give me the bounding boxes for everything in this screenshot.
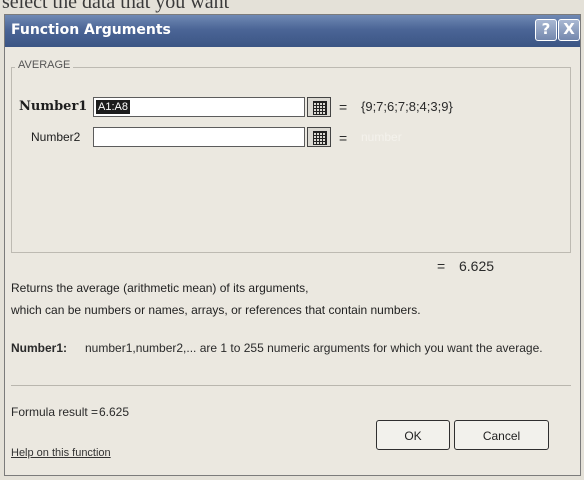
argument-description-text: number1,number2,... are 1 to 255 numeric… bbox=[85, 341, 543, 355]
formula-result-label: Formula result = bbox=[11, 405, 99, 419]
help-icon[interactable]: ? bbox=[535, 19, 557, 41]
number2-input[interactable] bbox=[93, 127, 305, 147]
number1-label: Number1 bbox=[19, 99, 88, 114]
function-result-equals: = bbox=[437, 258, 446, 274]
argument-description-name: Number1: bbox=[11, 341, 68, 355]
background-document-text: select the data that you want bbox=[2, 0, 230, 13]
help-on-function-link[interactable]: Help on this function bbox=[11, 447, 111, 459]
number2-label: Number2 bbox=[31, 130, 81, 144]
cancel-button[interactable]: Cancel bbox=[454, 420, 549, 450]
number1-equals: = bbox=[339, 99, 348, 115]
number1-evaluated-value: {9;7;6;7;8;4;3;9} bbox=[361, 99, 453, 114]
close-icon[interactable]: X bbox=[558, 19, 580, 41]
function-result-value: 6.625 bbox=[459, 258, 495, 274]
function-description-line1: Returns the average (arithmetic mean) of… bbox=[11, 281, 309, 295]
number2-equals: = bbox=[339, 130, 348, 146]
function-group-box bbox=[11, 67, 571, 253]
function-arguments-dialog: Function Arguments ? X AVERAGE Number1 A… bbox=[4, 14, 581, 476]
number1-collapse-icon[interactable] bbox=[307, 97, 331, 117]
number2-evaluated-value: number bbox=[361, 130, 402, 144]
divider bbox=[11, 385, 571, 386]
ok-button[interactable]: OK bbox=[376, 420, 450, 450]
formula-result-value: 6.625 bbox=[99, 405, 130, 419]
number1-selected-text: A1:A8 bbox=[96, 100, 130, 114]
number2-collapse-icon[interactable] bbox=[307, 127, 331, 147]
function-description-line2: which can be numbers or names, arrays, o… bbox=[11, 303, 421, 317]
range-grid-icon bbox=[313, 131, 327, 145]
title-bar[interactable]: Function Arguments ? X bbox=[5, 15, 580, 47]
dialog-title: Function Arguments bbox=[11, 22, 171, 38]
range-grid-icon bbox=[313, 101, 327, 115]
function-name-label: AVERAGE bbox=[15, 59, 74, 71]
